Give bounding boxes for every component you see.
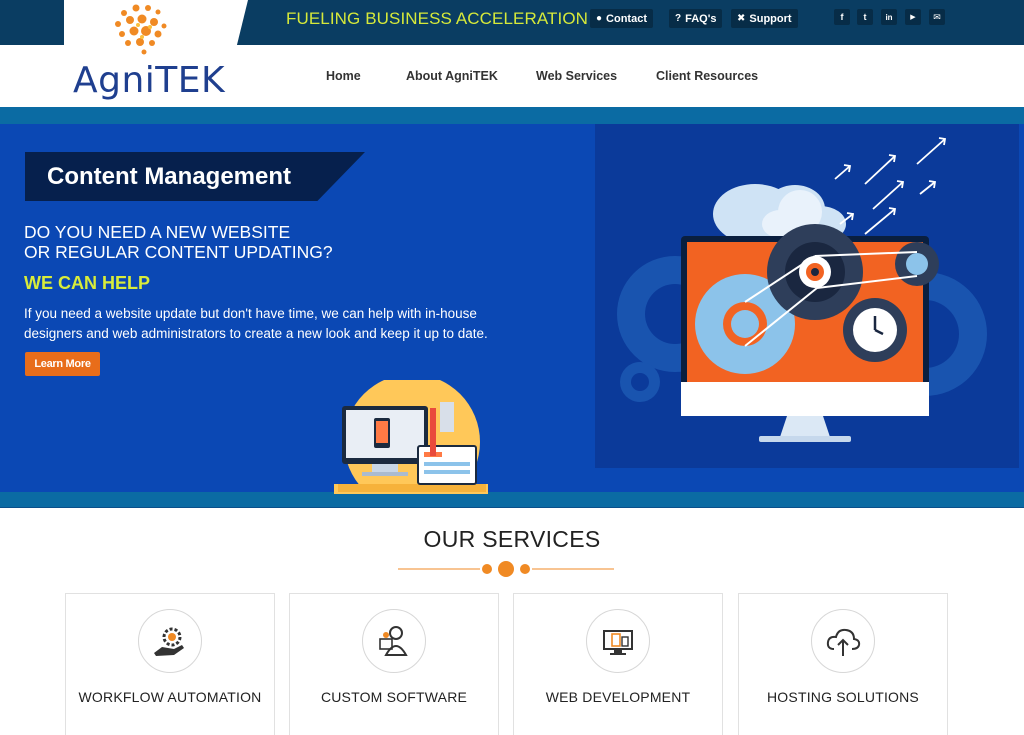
chat-icon: ● (596, 13, 603, 24)
hero-question: DO YOU NEED A NEW WEBSITE OR REGULAR CON… (24, 222, 333, 262)
services-title: OUR SERVICES (423, 526, 601, 552)
service-label: WORKFLOW AUTOMATION (78, 689, 262, 705)
faq-label: FAQ's (685, 12, 717, 25)
twitter-icon[interactable]: t (857, 9, 873, 25)
hero-divider (0, 507, 1024, 508)
service-label: HOSTING SOLUTIONS (767, 689, 919, 705)
service-card-web-development[interactable]: WEB DEVELOPMENT (513, 593, 723, 735)
hero-stripe-top (0, 107, 1024, 124)
service-label: CUSTOM SOFTWARE (320, 689, 468, 705)
hero-illustration (595, 124, 1019, 468)
service-card-workflow[interactable]: WORKFLOW AUTOMATION (65, 593, 275, 735)
devices-icon (603, 630, 633, 655)
devices-illustration (334, 380, 488, 494)
support-link[interactable]: ✖ Support (731, 9, 798, 28)
contact-label: Contact (606, 12, 647, 25)
service-icon-ring (811, 609, 875, 673)
service-label: WEB DEVELOPMENT (545, 689, 691, 705)
top-bar-left-fill (0, 0, 64, 45)
hero-body-text: If you need a website update but don't h… (24, 306, 488, 341)
nav-client-resources[interactable]: Client Resources (656, 69, 758, 83)
service-card-custom-software[interactable]: CUSTOM SOFTWARE (289, 593, 499, 735)
hero-title: Content Management (47, 163, 292, 190)
support-label: Support (749, 12, 792, 25)
cloud-upload-icon (826, 628, 861, 656)
nav-home[interactable]: Home (326, 69, 361, 83)
hero-question-line2: OR REGULAR CONTENT UPDATING? (24, 242, 333, 262)
developer-icon (379, 626, 408, 656)
contact-link[interactable]: ● Contact (590, 9, 653, 28)
wrench-icon: ✖ (737, 13, 746, 24)
gear-hand-icon (154, 627, 184, 656)
question-icon: ? (675, 13, 682, 24)
nav-web-services[interactable]: Web Services (536, 69, 617, 83)
services-divider (398, 561, 614, 577)
service-icon-ring (138, 609, 202, 673)
hero-question-line1: DO YOU NEED A NEW WEBSITE (24, 222, 291, 242)
youtube-icon[interactable]: ▶ (905, 9, 921, 25)
linkedin-icon[interactable]: in (881, 9, 897, 25)
service-icon-ring (586, 609, 650, 673)
email-icon[interactable]: ✉ (929, 9, 945, 25)
faq-link[interactable]: ? FAQ's (669, 9, 723, 28)
monitor-gears-illustration (617, 137, 987, 442)
main-nav: Home About AgniTEK Web Services Client R… (0, 69, 1024, 89)
hero-stripe-bottom (0, 492, 1024, 508)
facebook-icon[interactable]: f (834, 9, 850, 25)
service-icon-ring (362, 609, 426, 673)
nav-about[interactable]: About AgniTEK (406, 69, 498, 83)
hero-we-can-help: WE CAN HELP (24, 273, 150, 293)
learn-more-button[interactable]: Learn More (25, 352, 100, 376)
tagline: FUELING BUSINESS ACCELERATION (286, 9, 589, 28)
logo[interactable]: AgniTEK (64, 0, 248, 108)
service-card-hosting[interactable]: HOSTING SOLUTIONS (738, 593, 948, 735)
